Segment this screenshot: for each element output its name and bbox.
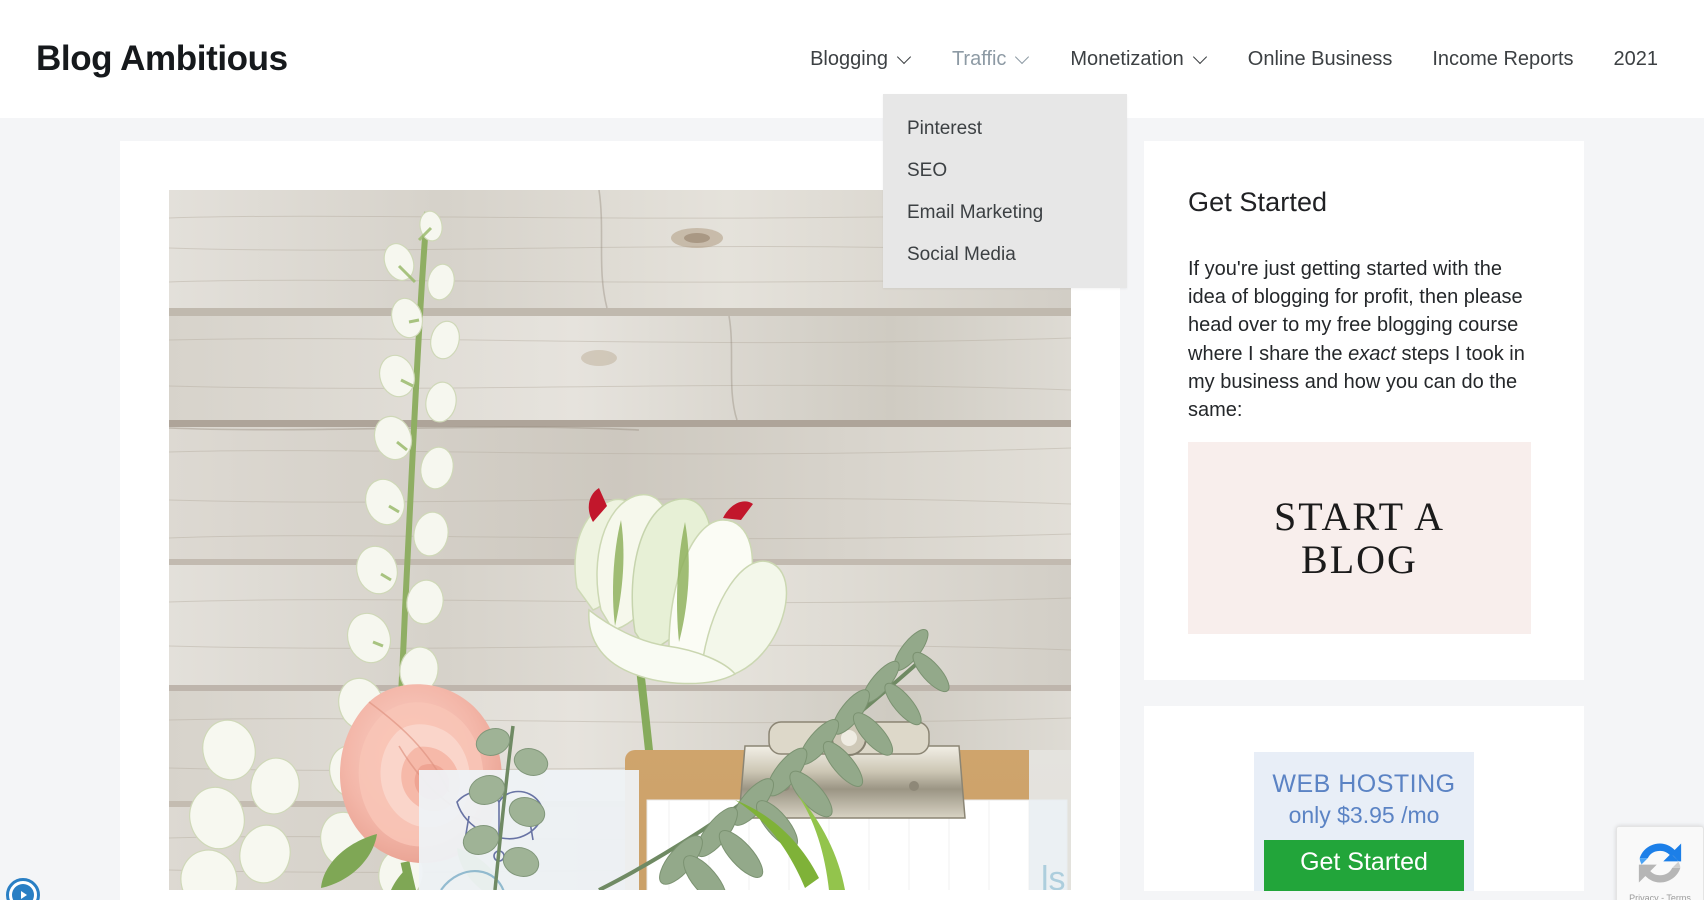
ad-headline: WEB HOSTING bbox=[1272, 770, 1456, 799]
nav-item-label: Monetization bbox=[1070, 47, 1184, 70]
ad-get-started-button[interactable]: Get Started bbox=[1264, 840, 1464, 892]
nav-item-label: Online Business bbox=[1247, 47, 1393, 70]
page-body: ls r bezit" bbox=[0, 118, 1704, 900]
nav-item-income-reports[interactable]: Income Reports bbox=[1412, 0, 1593, 118]
web-hosting-ad-banner[interactable]: WEB HOSTING only $3.95 /mo Get Started bbox=[1254, 752, 1474, 892]
start-a-blog-line2: BLOG bbox=[1301, 537, 1418, 583]
widget-get-started: Get Started If you're just getting start… bbox=[1144, 141, 1584, 681]
nav-item-online-business[interactable]: Online Business bbox=[1228, 0, 1413, 118]
chevron-down-icon bbox=[1195, 51, 1208, 64]
start-a-blog-promo-image[interactable]: START A BLOG bbox=[1188, 442, 1531, 635]
chevron-down-icon bbox=[899, 51, 912, 64]
play-arrow-icon bbox=[12, 884, 34, 900]
scroll-to-top-play-widget[interactable] bbox=[6, 878, 40, 900]
nav-item-label: Income Reports bbox=[1432, 47, 1574, 70]
svg-text:ls: ls bbox=[1041, 860, 1066, 890]
nav-item-label: Blogging bbox=[810, 47, 888, 70]
start-a-blog-line1: START A bbox=[1273, 493, 1446, 539]
nav-item-label: 2021 bbox=[1613, 47, 1659, 70]
ad-price: only $3.95 /mo bbox=[1288, 802, 1440, 829]
site-logo-link[interactable]: Blog Ambitious bbox=[36, 39, 288, 79]
sidebar: Get Started If you're just getting start… bbox=[1144, 141, 1584, 892]
site-header: Blog Ambitious Blogging Traffic Monetiza… bbox=[0, 0, 1704, 288]
dropdown-item-email-marketing[interactable]: Email Marketing bbox=[883, 192, 1127, 234]
traffic-dropdown-menu: Pinterest SEO Email Marketing Social Med… bbox=[883, 94, 1127, 288]
widget-title: Get Started bbox=[1188, 187, 1328, 217]
recaptcha-privacy-terms-text[interactable]: Privacy - Terms bbox=[1629, 893, 1691, 900]
paragraph-emphasis: exact bbox=[1348, 342, 1396, 365]
dropdown-item-seo[interactable]: SEO bbox=[883, 150, 1127, 192]
chevron-down-icon bbox=[1017, 51, 1030, 64]
widget-hosting-ad: WEB HOSTING only $3.95 /mo Get Started bbox=[1144, 706, 1584, 892]
dropdown-item-pinterest[interactable]: Pinterest bbox=[883, 108, 1127, 150]
widget-paragraph: If you're just getting started with the … bbox=[1188, 255, 1540, 424]
recaptcha-icon bbox=[1638, 843, 1682, 883]
dropdown-item-social-media[interactable]: Social Media bbox=[883, 234, 1127, 276]
featured-image-graphic: ls r bezit" bbox=[169, 190, 1071, 890]
recaptcha-badge[interactable]: Privacy - Terms bbox=[1616, 826, 1704, 900]
featured-image[interactable]: ls r bezit" bbox=[169, 190, 1071, 890]
nav-item-2021[interactable]: 2021 bbox=[1594, 0, 1679, 118]
nav-item-label: Traffic bbox=[951, 47, 1007, 70]
